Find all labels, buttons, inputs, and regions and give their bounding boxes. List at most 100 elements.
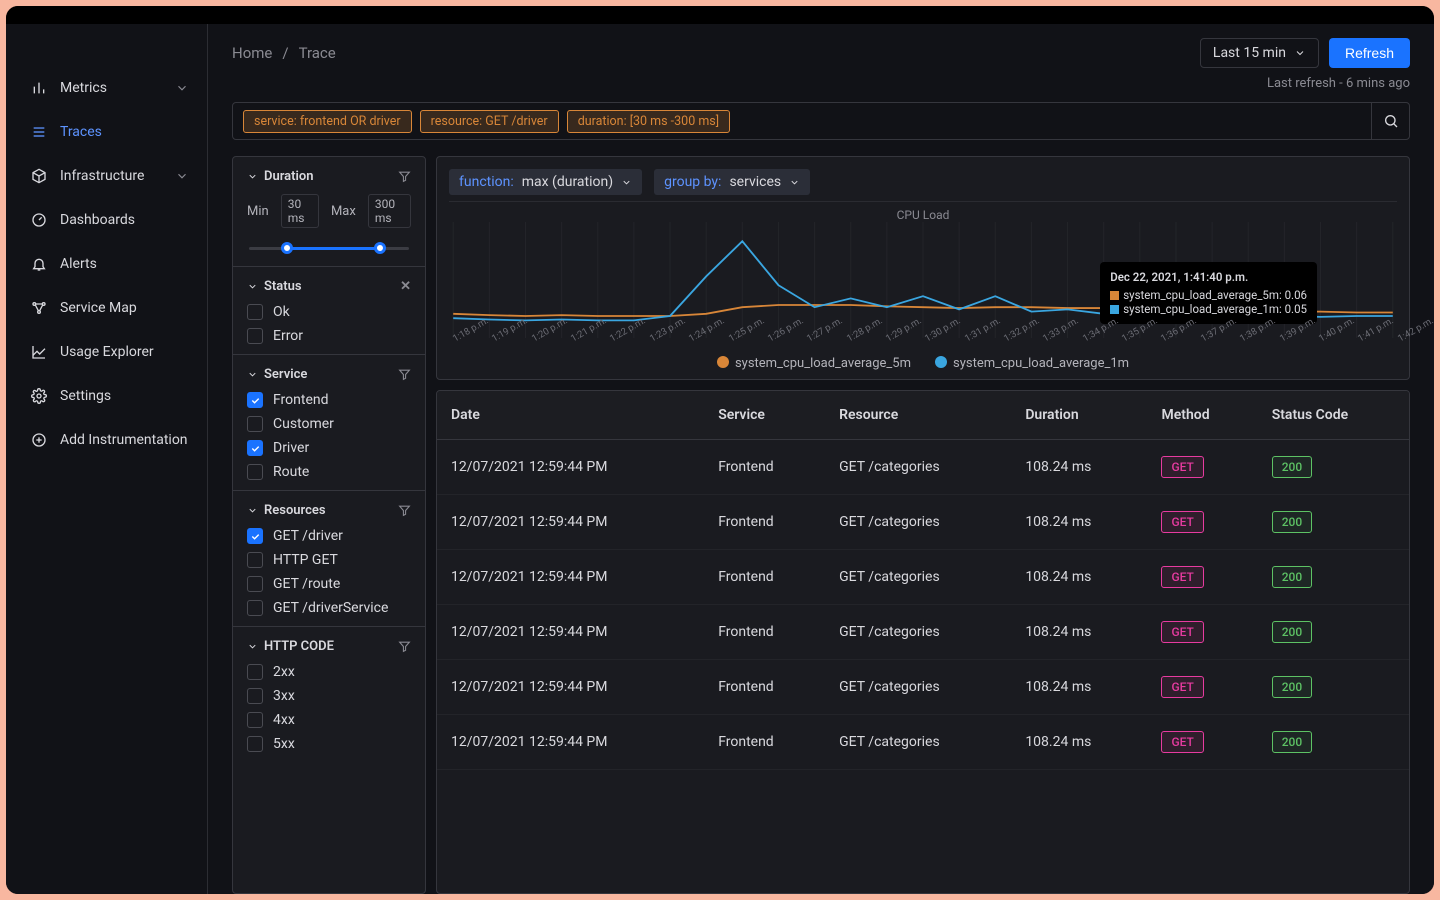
filter-title: Duration (264, 169, 314, 184)
min-input[interactable]: 30 ms (281, 194, 319, 228)
list-icon (30, 123, 48, 141)
checkbox[interactable] (247, 600, 263, 616)
filter-head-duration[interactable]: Duration (247, 169, 411, 184)
groupby-dropdown[interactable]: group by: services (654, 169, 810, 195)
cell-status: 200 (1258, 550, 1409, 605)
chevron-down-icon (175, 169, 193, 183)
sidebar-item-metrics[interactable]: Metrics (6, 66, 207, 110)
filter-service-driver[interactable]: Driver (247, 440, 411, 456)
filter-status-error[interactable]: Error (247, 328, 411, 344)
sidebar-item-usage-explorer[interactable]: Usage Explorer (6, 330, 207, 374)
sidebar-item-dashboards[interactable]: Dashboards (6, 198, 207, 242)
sidebar-item-service-map[interactable]: Service Map (6, 286, 207, 330)
filter-service-frontend[interactable]: Frontend (247, 392, 411, 408)
sidebar-item-infrastructure[interactable]: Infrastructure (6, 154, 207, 198)
funnel-icon[interactable] (398, 368, 411, 381)
legend-label-5m: system_cpu_load_average_5m (735, 356, 911, 371)
slider-thumb-max[interactable] (374, 242, 386, 254)
time-range-dropdown[interactable]: Last 15 min (1200, 38, 1319, 68)
col-date[interactable]: Date (437, 391, 704, 440)
status-badge: 200 (1272, 511, 1312, 533)
checkbox[interactable] (247, 416, 263, 432)
function-key: function: (459, 174, 514, 190)
sidebar-item-alerts[interactable]: Alerts (6, 242, 207, 286)
cell-resource: GET /categories (825, 715, 1011, 770)
filter-head-status[interactable]: Status ✕ (247, 279, 411, 294)
chevron-down-icon (789, 177, 800, 188)
filter-resources-get-route[interactable]: GET /route (247, 576, 411, 592)
filter-status-ok[interactable]: Ok (247, 304, 411, 320)
col-status-code[interactable]: Status Code (1258, 391, 1409, 440)
checkbox[interactable] (247, 552, 263, 568)
filter-head-service[interactable]: Service (247, 367, 411, 382)
checkbox[interactable] (247, 664, 263, 680)
filter-head-resources[interactable]: Resources (247, 503, 411, 518)
table-row[interactable]: 12/07/2021 12:59:44 PM Frontend GET /cat… (437, 440, 1409, 495)
slider-thumb-min[interactable] (281, 242, 293, 254)
filter-resources-get-driverservice[interactable]: GET /driverService (247, 600, 411, 616)
table-row[interactable]: 12/07/2021 12:59:44 PM Frontend GET /cat… (437, 495, 1409, 550)
sidebar-item-settings[interactable]: Settings (6, 374, 207, 418)
search-bar[interactable]: service: frontend OR driver resource: GET… (232, 102, 1410, 140)
refresh-button[interactable]: Refresh (1329, 38, 1410, 68)
filter-head-http-code[interactable]: HTTP CODE (247, 639, 411, 654)
table-row[interactable]: 12/07/2021 12:59:44 PM Frontend GET /cat… (437, 550, 1409, 605)
chart-legend: system_cpu_load_average_5m system_cpu_lo… (449, 352, 1397, 371)
legend-item-5m: system_cpu_load_average_5m (717, 356, 911, 371)
legend-item-1m: system_cpu_load_average_1m (935, 356, 1129, 371)
checkbox[interactable] (247, 304, 263, 320)
checkbox[interactable] (247, 440, 263, 456)
sidebar-item-traces[interactable]: Traces (6, 110, 207, 154)
checkbox[interactable] (247, 736, 263, 752)
function-dropdown[interactable]: function: max (duration) (449, 169, 642, 195)
checkbox[interactable] (247, 712, 263, 728)
close-icon[interactable]: ✕ (400, 279, 411, 294)
table-row[interactable]: 12/07/2021 12:59:44 PM Frontend GET /cat… (437, 715, 1409, 770)
checkbox-label: Frontend (273, 392, 329, 408)
checkbox[interactable] (247, 688, 263, 704)
cell-method: GET (1147, 550, 1257, 605)
filter-httpcode-3xx[interactable]: 3xx (247, 688, 411, 704)
duration-slider[interactable] (249, 240, 409, 256)
sidebar-item-label: Service Map (60, 300, 193, 316)
col-duration[interactable]: Duration (1011, 391, 1147, 440)
cell-service: Frontend (704, 605, 825, 660)
search-chip-2[interactable]: duration: [30 ms -300 ms] (567, 110, 730, 133)
checkbox[interactable] (247, 464, 263, 480)
filter-service-customer[interactable]: Customer (247, 416, 411, 432)
filter-httpcode-5xx[interactable]: 5xx (247, 736, 411, 752)
status-badge: 200 (1272, 731, 1312, 753)
caret-down-icon (247, 281, 258, 292)
table-row[interactable]: 12/07/2021 12:59:44 PM Frontend GET /cat… (437, 605, 1409, 660)
breadcrumb-home[interactable]: Home (232, 44, 272, 62)
max-input[interactable]: 300 ms (368, 194, 411, 228)
search-chip-1[interactable]: resource: GET /driver (420, 110, 559, 133)
search-icon[interactable] (1371, 103, 1409, 139)
checkbox-label: 2xx (273, 664, 295, 680)
table-row[interactable]: 12/07/2021 12:59:44 PM Frontend GET /cat… (437, 660, 1409, 715)
funnel-icon[interactable] (398, 640, 411, 653)
funnel-icon[interactable] (398, 504, 411, 517)
checkbox[interactable] (247, 528, 263, 544)
sidebar-item-add-instrumentation[interactable]: Add Instrumentation (6, 418, 207, 462)
filter-service-route[interactable]: Route (247, 464, 411, 480)
cell-method: GET (1147, 440, 1257, 495)
filter-httpcode-4xx[interactable]: 4xx (247, 712, 411, 728)
groupby-value: services (729, 174, 781, 190)
filter-resources-http-get[interactable]: HTTP GET (247, 552, 411, 568)
cell-status: 200 (1258, 605, 1409, 660)
cell-resource: GET /categories (825, 440, 1011, 495)
checkbox[interactable] (247, 392, 263, 408)
checkbox[interactable] (247, 576, 263, 592)
checkbox[interactable] (247, 328, 263, 344)
filter-httpcode-2xx[interactable]: 2xx (247, 664, 411, 680)
chart-area[interactable]: CPU Load Dec 22, 2021, 1:41:40 p.m. syst… (449, 201, 1397, 341)
col-resource[interactable]: Resource (825, 391, 1011, 440)
search-chip-0[interactable]: service: frontend OR driver (243, 110, 412, 133)
col-service[interactable]: Service (704, 391, 825, 440)
funnel-icon[interactable] (398, 170, 411, 183)
breadcrumb-trace[interactable]: Trace (299, 44, 336, 62)
filter-resources-get-driver[interactable]: GET /driver (247, 528, 411, 544)
cell-status: 200 (1258, 715, 1409, 770)
col-method[interactable]: Method (1147, 391, 1257, 440)
